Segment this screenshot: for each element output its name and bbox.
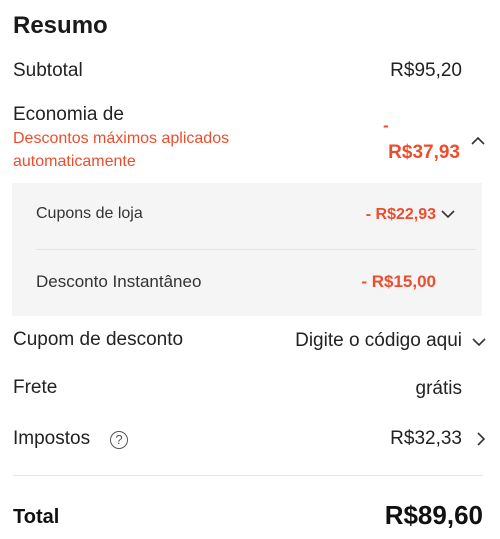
savings-value-dash: - <box>383 116 389 135</box>
instant-discount-label: Desconto Instantâneo <box>36 272 202 291</box>
subtotal-label: Subtotal <box>13 60 83 81</box>
shipping-value: grátis <box>415 378 462 399</box>
order-summary-panel: Resumo Subtotal R$95,20 Economia de Desc… <box>0 0 500 539</box>
summary-divider <box>13 475 483 476</box>
help-circle-icon[interactable]: ? <box>110 431 128 449</box>
instant-discount-value: - R$15,00 <box>361 272 436 291</box>
chevron-right-icon[interactable] <box>473 431 489 447</box>
savings-note-line1: Descontos máximos aplicados <box>13 130 230 147</box>
coupon-label: Cupom de desconto <box>13 329 184 350</box>
chevron-down-icon[interactable] <box>440 206 456 222</box>
savings-breakdown-panel: Cupons de loja - R$22,93 Desconto Instan… <box>12 183 482 316</box>
savings-note-line2: automaticamente <box>13 153 136 170</box>
total-value: R$89,60 <box>384 500 483 530</box>
store-coupons-value: - R$22,93 <box>365 206 436 223</box>
panel-divider <box>36 249 476 250</box>
total-label: Total <box>13 506 60 528</box>
coupon-placeholder[interactable]: Digite o código aqui <box>295 330 462 352</box>
store-coupons-label: Cupons de loja <box>36 205 143 222</box>
chevron-up-icon[interactable] <box>470 133 486 149</box>
taxes-value: R$32,33 <box>390 428 462 449</box>
summary-title: Resumo <box>13 12 108 39</box>
savings-value: R$37,93 <box>388 142 460 163</box>
subtotal-value: R$95,20 <box>390 60 462 81</box>
chevron-down-icon[interactable] <box>471 334 487 350</box>
shipping-label: Frete <box>13 377 58 398</box>
taxes-label: Impostos <box>13 428 91 449</box>
savings-label: Economia de <box>13 104 124 125</box>
